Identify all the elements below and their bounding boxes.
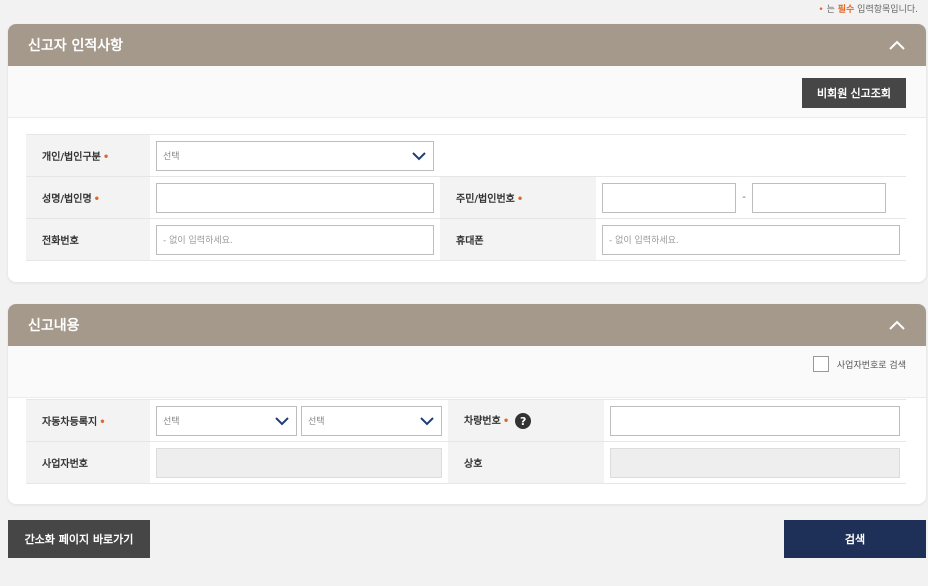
id-number-second-input[interactable] (752, 182, 886, 213)
business-search-option: 사업자번호로 검색 (812, 356, 906, 372)
business-number-label-cell: 사업자번호 (26, 441, 150, 484)
vehicle-number-input[interactable] (610, 405, 900, 436)
id-number-first-input[interactable] (602, 182, 736, 213)
report-toolbar: 사업자번호로 검색 (8, 346, 926, 398)
collapse-report-button[interactable] (886, 314, 908, 336)
name-input[interactable] (156, 182, 434, 213)
chevron-down-icon (420, 416, 434, 425)
vehicle-number-label-cell: 차량번호 •? (448, 399, 604, 442)
reporter-info-panel: 신고자 인적사항 비회원 신고조회 개인/법인구분 • 선택 성명/법인명 • 주민… (8, 24, 926, 282)
business-number-input (156, 447, 442, 478)
search-button[interactable]: 검색 (784, 520, 926, 558)
required-note: • 는 필수 입력항목입니다. (818, 5, 918, 15)
form-row: 자동차등록지 • 선택 선택 차량번호 •? (26, 399, 906, 442)
report-form: 자동차등록지 • 선택 선택 차량번호 •? 사업자번호 상호 (26, 399, 906, 484)
form-row: 성명/법인명 • 주민/법인번호 • - (26, 176, 906, 219)
form-row: 개인/법인구분 • 선택 (26, 134, 906, 177)
business-search-checkbox[interactable] (812, 356, 829, 372)
name-label-cell: 성명/법인명 • (26, 176, 150, 219)
business-search-label: 사업자번호로 검색 (836, 360, 906, 371)
registration-label-cell: 자동차등록지 • (26, 399, 150, 442)
form-row: 사업자번호 상호 (26, 441, 906, 484)
reporter-toolbar: 비회원 신고조회 (8, 66, 926, 118)
chevron-down-icon (412, 151, 426, 160)
report-content-title: 신고내용 (28, 318, 80, 334)
reporter-form: 개인/법인구분 • 선택 성명/법인명 • 주민/법인번호 • - 전화번호 -… (26, 134, 906, 261)
person-type-select[interactable]: 선택 (156, 140, 434, 171)
id-separator: - (742, 192, 746, 203)
reporter-info-title: 신고자 인적사항 (28, 38, 124, 54)
simple-page-button[interactable]: 간소화 페이지 바로가기 (8, 520, 150, 558)
report-content-header: 신고내용 (8, 304, 926, 346)
collapse-reporter-button[interactable] (886, 34, 908, 56)
reporter-info-header: 신고자 인적사항 (8, 24, 926, 66)
company-name-input (610, 447, 900, 478)
registration-district-select[interactable]: 선택 (301, 405, 442, 436)
non-member-lookup-button[interactable]: 비회원 신고조회 (802, 78, 906, 108)
chevron-down-icon (275, 416, 289, 425)
form-row: 전화번호 - 없이 입력하세요. 휴대폰 - 없이 입력하세요. (26, 218, 906, 261)
phone-label-cell: 전화번호 (26, 218, 150, 261)
mobile-input[interactable]: - 없이 입력하세요. (602, 224, 900, 255)
type-label-cell: 개인/법인구분 • (26, 134, 150, 177)
chevron-up-icon (889, 320, 905, 330)
mobile-label-cell: 휴대폰 (440, 218, 596, 261)
chevron-up-icon (889, 40, 905, 50)
report-content-panel: 신고내용 사업자번호로 검색 자동차등록지 • 선택 선택 차량번호 • ? 사… (8, 304, 926, 504)
company-name-label-cell: 상호 (448, 441, 604, 484)
registration-region-select[interactable]: 선택 (156, 405, 297, 436)
help-icon[interactable]: ? (515, 413, 532, 429)
phone-input[interactable]: - 없이 입력하세요. (156, 224, 434, 255)
id-number-label-cell: 주민/법인번호 • (440, 176, 596, 219)
